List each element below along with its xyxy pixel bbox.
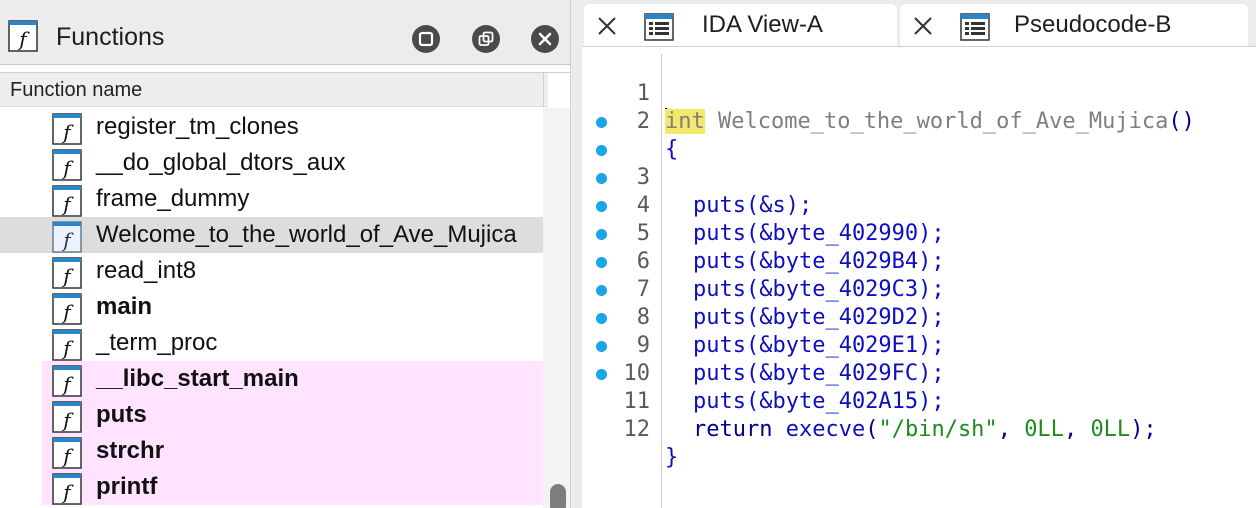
breakpoint-bullet-icon[interactable] [596, 285, 607, 296]
function-f-icon: f [52, 329, 82, 361]
string-literal: "/bin/sh" [878, 417, 998, 442]
column-divider [543, 73, 544, 107]
breakpoint-bullet-icon[interactable] [596, 117, 607, 128]
breakpoint-bullet-icon[interactable] [596, 173, 607, 184]
functions-pane: f Functions Function name f register_tm_… [0, 0, 570, 508]
function-row[interactable]: f main [0, 289, 543, 325]
paren: ( [865, 417, 879, 442]
code-line[interactable]: 1 int Welcome_to_the_world_of_Ave_Mujica… [582, 52, 1256, 134]
call-execve: execve [785, 417, 866, 442]
function-row[interactable]: f __do_global_dtors_aux [0, 145, 543, 181]
function-name: read_int8 [96, 257, 197, 284]
close-paren: ); [1130, 417, 1157, 442]
function-f-icon: f [52, 401, 82, 433]
breakpoint-bullet-icon[interactable] [596, 257, 607, 268]
float-window-icon[interactable] [472, 25, 500, 53]
numeric-literal: 0LL [1024, 417, 1064, 442]
breakpoint-bullet-icon[interactable] [596, 369, 607, 380]
line-number: 11 [623, 389, 651, 414]
code-line[interactable]: 2 { [582, 80, 1256, 162]
function-row-imported[interactable]: f printf [42, 469, 543, 505]
functions-pane-title: Functions [56, 23, 165, 51]
function-f-icon: f [52, 185, 82, 217]
function-row-imported[interactable]: f strchr [42, 433, 543, 469]
tab-pseudocode-b[interactable]: Pseudocode-B [900, 4, 1248, 46]
code-line[interactable]: 10 puts(&byte_402A15); [582, 304, 1256, 414]
column-header-function-name[interactable]: Function name [0, 73, 548, 107]
close-icon[interactable] [531, 25, 559, 53]
function-row[interactable]: f _term_proc [0, 325, 543, 361]
comma: , [997, 417, 1025, 442]
comma: , [1063, 417, 1091, 442]
function-row-imported[interactable]: f __libc_start_main [42, 361, 543, 397]
code-line[interactable]: 7 puts(&byte_4029D2); [582, 220, 1256, 330]
tab-label: Pseudocode-B [1014, 11, 1172, 38]
function-name: _term_proc [96, 329, 218, 356]
function-row[interactable]: f read_int8 [0, 253, 543, 289]
scrollbar-track[interactable] [543, 108, 570, 508]
function-name: main [96, 293, 153, 320]
function-f-icon: f [52, 437, 82, 469]
code-line[interactable]: 5 puts(&byte_4029B4); [582, 164, 1256, 274]
functions-list: Function name f register_tm_clones f __d… [0, 72, 570, 508]
line-number: 12 [623, 417, 651, 442]
close-icon[interactable] [596, 15, 618, 44]
function-name: puts [96, 401, 147, 428]
tab-bar: IDA View-A Pseudocode-B [582, 0, 1256, 47]
numeric-literal: 0LL [1090, 417, 1131, 442]
breakpoint-bullet-icon[interactable] [596, 341, 607, 352]
function-row-imported[interactable]: f puts [42, 397, 543, 433]
function-name: __libc_start_main [96, 365, 299, 392]
breakpoint-bullet-icon[interactable] [596, 201, 607, 212]
function-name: strchr [96, 437, 165, 464]
breakpoint-bullet-icon[interactable] [596, 229, 607, 240]
keyword-return: return [693, 417, 773, 442]
tab-ida-view-a[interactable]: IDA View-A [584, 4, 897, 46]
scrollbar-thumb[interactable] [550, 484, 566, 508]
function-f-icon: f [52, 293, 82, 325]
function-row-selected[interactable]: f Welcome_to_the_world_of_Ave_Mujica [0, 217, 543, 253]
breakpoint-bullet-icon[interactable] [596, 313, 607, 324]
pane-splitter[interactable] [570, 0, 582, 508]
close-brace: } [665, 445, 679, 470]
stop-icon[interactable] [412, 25, 440, 53]
function-name: printf [96, 473, 158, 500]
function-f-icon: f [52, 149, 82, 181]
function-rows: f register_tm_clones f __do_global_dtors… [0, 109, 543, 505]
function-f-icon: f [52, 473, 82, 505]
function-name: Welcome_to_the_world_of_Ave_Mujica [96, 221, 517, 248]
function-name: register_tm_clones [96, 113, 299, 140]
function-row[interactable]: f register_tm_clones [0, 109, 543, 145]
code-statement: puts(&byte_402A15); [693, 389, 945, 414]
code-line[interactable]: 4 puts(&byte_402990); [582, 136, 1256, 246]
function-f-icon: f [52, 113, 82, 145]
breakpoint-bullet-icon[interactable] [596, 145, 607, 156]
code-line[interactable]: 8 puts(&byte_4029E1); [582, 248, 1256, 358]
tab-label: IDA View-A [702, 11, 823, 38]
function-f-icon: f [52, 257, 82, 289]
code-line[interactable]: 9 puts(&byte_4029FC); [582, 276, 1256, 386]
function-f-icon: f [52, 221, 82, 253]
functions-titlebar: f Functions [0, 0, 570, 65]
function-row[interactable]: f frame_dummy [0, 181, 543, 217]
function-name: __do_global_dtors_aux [96, 149, 346, 176]
code-line[interactable]: 11 return execve("/bin/sh", 0LL, 0LL); [582, 332, 1256, 442]
function-f-icon: f [8, 20, 38, 57]
code-line[interactable]: 6 puts(&byte_4029C3); [582, 192, 1256, 302]
function-f-icon: f [52, 365, 82, 397]
code-line[interactable]: 12 } [582, 360, 1256, 470]
listing-icon [644, 13, 674, 48]
function-name: frame_dummy [96, 185, 250, 212]
close-icon[interactable] [912, 15, 934, 44]
code-line[interactable]: 3 puts(&s); [582, 108, 1256, 218]
listing-icon [960, 13, 990, 48]
